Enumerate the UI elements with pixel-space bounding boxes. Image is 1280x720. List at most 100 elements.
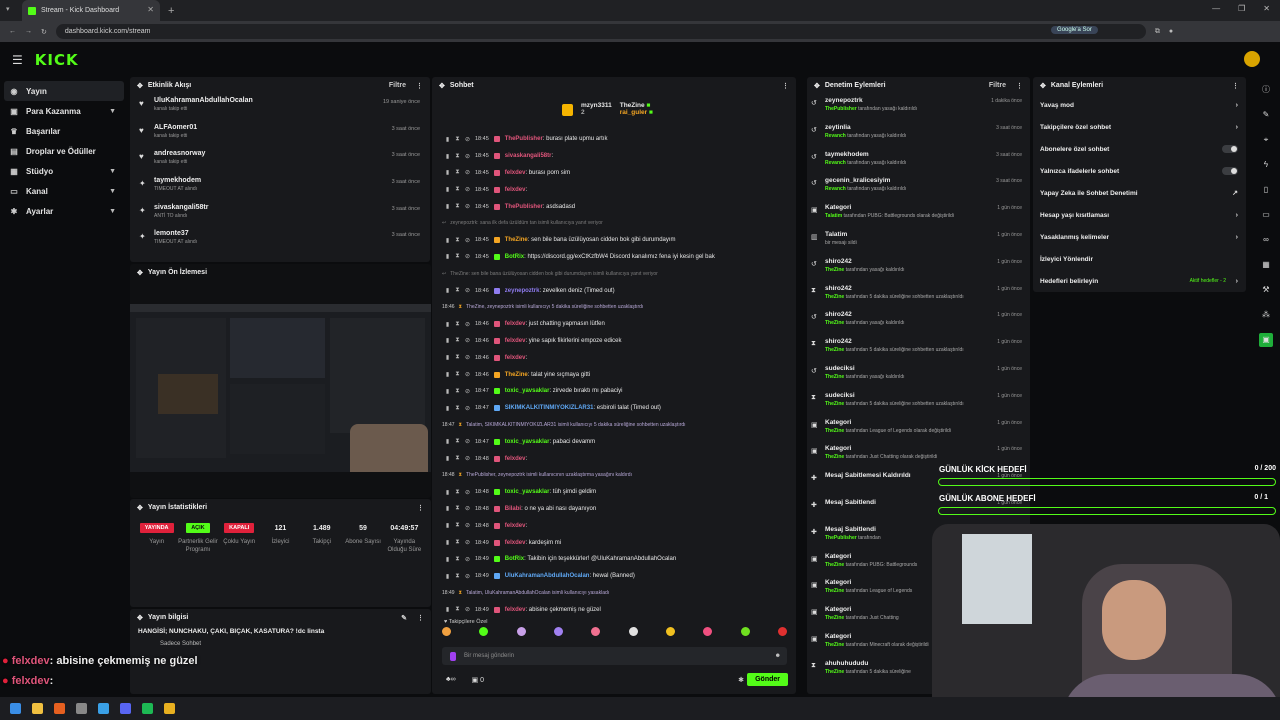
message-username[interactable]: felxdev (505, 456, 526, 462)
timeout-icon[interactable]: ⧗ (455, 253, 460, 260)
timeout-icon[interactable]: ⧗ (455, 388, 460, 395)
wrench-icon[interactable]: ⚒ (1259, 283, 1273, 297)
message-username[interactable]: felxdev (505, 355, 526, 361)
more-options-icon[interactable]: ⋮ (1232, 82, 1239, 90)
stream-category-tag[interactable]: Sadece Sohbet (130, 637, 431, 647)
toggle-switch[interactable] (1222, 167, 1238, 175)
top-user-1[interactable]: mzyn3311 (581, 102, 612, 109)
info-icon[interactable]: ⓘ (1259, 83, 1273, 97)
chat-message[interactable]: ▮ ⧗ ⊘ 18:45 felxdev: burası porn sim (432, 165, 796, 182)
delete-message-icon[interactable]: ▮ (445, 354, 450, 361)
emoji-picker-icon[interactable]: ☻ (775, 653, 781, 659)
more-options-icon[interactable]: ⋮ (416, 82, 423, 90)
chat-bubble-icon[interactable]: ▭ (1259, 208, 1273, 222)
kick-logo[interactable]: KICK (35, 51, 79, 69)
ban-icon[interactable]: ⊘ (465, 505, 470, 512)
reload-icon[interactable]: ↻ (41, 28, 47, 36)
timeout-icon[interactable]: ⧗ (455, 186, 460, 193)
chat-message[interactable]: ▮ ⧗ ⊘ 18:48 felxdev: (432, 517, 796, 534)
message-username[interactable]: felxdev (505, 540, 526, 546)
activity-item[interactable]: ♥ UluKahramanAbdullahOcalan kanalı takip… (130, 94, 430, 121)
activity-item[interactable]: ♥ ALFAomer01 kanalı takip etti 3 saat ön… (130, 121, 430, 148)
forward-icon[interactable]: → (25, 28, 32, 35)
ban-icon[interactable]: ⊘ (465, 573, 470, 580)
timeout-icon[interactable]: ⧗ (455, 321, 460, 328)
layout-icon[interactable]: ▯ (1259, 183, 1273, 197)
game-icon[interactable]: ▣ (1259, 333, 1273, 347)
delete-message-icon[interactable]: ▮ (445, 321, 450, 328)
chat-message[interactable]: ▮ ⧗ ⊘ 18:46 felxdev: just chatting yapma… (432, 316, 796, 333)
mod-action-item[interactable]: ↺ sudeciksi TheZine tarafından yasağı kal… (807, 362, 1030, 389)
sidebar-item-basarilar[interactable]: ♛ Başarılar (4, 121, 124, 141)
timeout-icon[interactable]: ⧗ (455, 539, 460, 546)
delete-message-icon[interactable]: ▮ (445, 455, 450, 462)
drag-handle-icon[interactable]: ✥ (137, 504, 143, 512)
delete-message-icon[interactable]: ▮ (445, 371, 450, 378)
timeout-icon[interactable]: ⧗ (455, 371, 460, 378)
chat-message[interactable]: ▮ ⧗ ⊘ 18:49 felxdev: kardeşim mi (432, 534, 796, 551)
timeout-icon[interactable]: ⧗ (455, 287, 460, 294)
delete-message-icon[interactable]: ▮ (445, 438, 450, 445)
toggle-switch[interactable] (1222, 145, 1238, 153)
chat-message[interactable]: ▮ ⧗ ⊘ 18:45 TheZine: sen bile bana üzülü… (432, 232, 796, 249)
emote-icon[interactable] (442, 627, 451, 636)
timeout-icon[interactable]: ⧗ (455, 237, 460, 244)
emote-icon[interactable] (740, 627, 750, 636)
mod-action-item[interactable]: ↺ shiro242 TheZine tarafından yasağı kald… (807, 255, 1030, 282)
ban-icon[interactable]: ⊘ (465, 522, 470, 529)
channel-action-item[interactable]: Abonelere özel sohbet (1033, 138, 1246, 160)
drag-handle-icon[interactable]: ✥ (137, 269, 143, 277)
message-username[interactable]: TheZine (505, 372, 528, 378)
drag-handle-icon[interactable]: ✥ (814, 82, 820, 90)
delete-message-icon[interactable]: ▮ (445, 388, 450, 395)
message-username[interactable]: felxdev (505, 321, 526, 327)
chat-message[interactable]: ▮ ⧗ ⊘ 18:47 toxic_yavsaklar: zirvede bır… (432, 383, 796, 400)
ban-icon[interactable]: ⊘ (465, 606, 470, 613)
browser-menu-icon[interactable]: ▾ (6, 5, 10, 13)
message-username[interactable]: toxic_yavsaklar (505, 489, 550, 495)
timeout-icon[interactable]: ⧗ (455, 337, 460, 344)
profile-icon[interactable]: ● (1169, 28, 1173, 35)
delete-message-icon[interactable]: ▮ (445, 556, 450, 563)
ban-icon[interactable]: ⊘ (465, 203, 470, 210)
emote-icon[interactable] (479, 627, 489, 636)
activity-item[interactable]: ✦ taymekhodem TIMEOUT AT alındı 3 saat ö… (130, 174, 430, 201)
ban-icon[interactable]: ⊘ (465, 337, 470, 344)
sidebar-item-yayin[interactable]: ◉ Yayın (4, 81, 124, 101)
chat-message[interactable]: ▮ ⧗ ⊘ 18:48 felxdev: (432, 450, 796, 467)
ban-icon[interactable]: ⊘ (465, 438, 470, 445)
chat-message[interactable]: ▮ ⧗ ⊘ 18:45 felxdev: (432, 181, 796, 198)
ban-icon[interactable]: ⊘ (465, 354, 470, 361)
message-username[interactable]: sivaskangali58tr (505, 153, 552, 159)
sidebar-item-droplar[interactable]: ▤ Droplar ve Ödüller (4, 141, 124, 161)
google-ask-button[interactable]: Google'a Sor (1051, 26, 1098, 34)
edit-icon[interactable]: ✎ (401, 614, 407, 622)
timeout-icon[interactable]: ⧗ (455, 505, 460, 512)
ban-icon[interactable]: ⊘ (465, 455, 470, 462)
message-username[interactable]: TheZine (505, 237, 528, 243)
timeout-icon[interactable]: ⧗ (455, 556, 460, 563)
timeout-icon[interactable]: ⧗ (455, 169, 460, 176)
timeout-icon[interactable]: ⧗ (455, 153, 460, 160)
link-icon[interactable]: ∞ (1259, 233, 1273, 247)
delete-message-icon[interactable]: ▮ (445, 489, 450, 496)
ban-icon[interactable]: ⊘ (465, 489, 470, 496)
channel-action-item[interactable]: Hedefleri belirleyin Aktif hedefler - 2 › (1033, 270, 1246, 292)
more-options-icon[interactable]: ⋮ (782, 82, 789, 90)
ban-icon[interactable]: ⊘ (465, 153, 470, 160)
emote-icon[interactable] (703, 627, 713, 636)
more-options-icon[interactable]: ⋮ (1016, 82, 1023, 90)
chat-message[interactable]: ▮ ⧗ ⊘ 18:45 ThePublisher: asdsadasd (432, 198, 796, 215)
file-explorer-icon[interactable] (32, 703, 43, 714)
channel-action-item[interactable]: Yapay Zeka ile Sohbet Denetimi ↗ (1033, 182, 1246, 204)
drag-handle-icon[interactable]: ✥ (1040, 82, 1046, 90)
channel-action-item[interactable]: Yasaklanmış kelimeler › (1033, 226, 1246, 248)
delete-message-icon[interactable]: ▮ (445, 539, 450, 546)
new-tab-icon[interactable]: + (168, 5, 174, 17)
grid-icon[interactable]: ▦ (1259, 258, 1273, 272)
message-username[interactable]: toxic_yavsaklar (505, 439, 550, 445)
emote-icon[interactable] (516, 627, 526, 636)
activity-filter-button[interactable]: Filtre (389, 82, 406, 90)
sidebar-item-studyo[interactable]: ▦ Stüdyo ▼ (4, 161, 124, 181)
message-username[interactable]: ThePublisher (505, 204, 543, 210)
